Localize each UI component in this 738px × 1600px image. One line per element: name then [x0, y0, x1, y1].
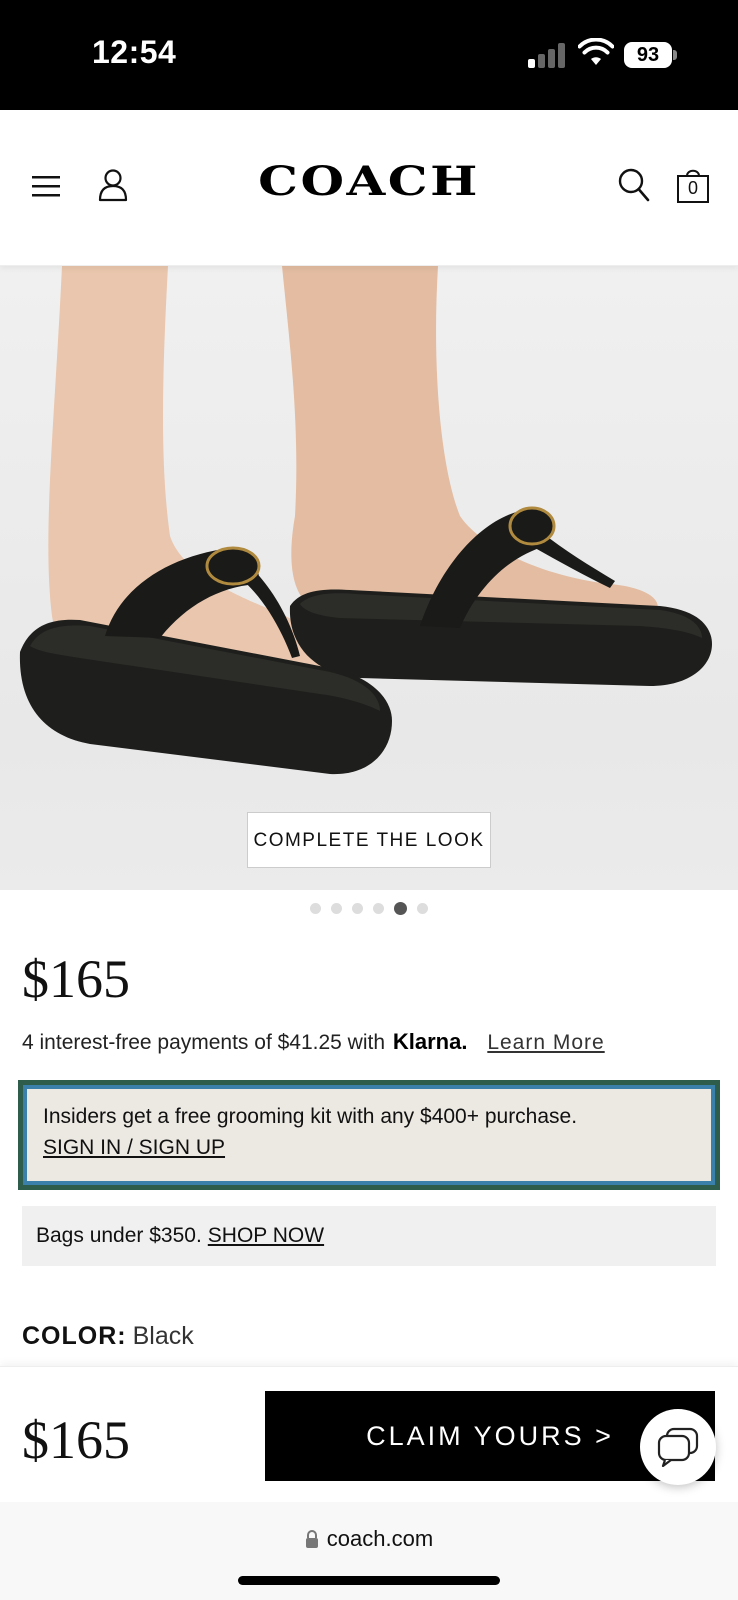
complete-the-look-button[interactable]: COMPLETE THE LOOK: [247, 812, 491, 868]
browser-address-bar: coach.com: [0, 1502, 738, 1600]
chat-bubble-icon: [657, 1427, 699, 1467]
sticky-price: $165: [22, 1410, 130, 1470]
carousel-dot[interactable]: [352, 903, 363, 915]
bags-promo-banner: Bags under $350. SHOP NOW: [22, 1206, 716, 1266]
sticky-purchase-bar: $165 CLAIM YOURS >: [0, 1366, 738, 1502]
insiders-promo-text: Insiders get a free grooming kit with an…: [43, 1105, 578, 1128]
product-price: $165: [22, 949, 130, 1009]
url-field[interactable]: coach.com: [0, 1526, 738, 1552]
product-image[interactable]: COMPLETE THE LOOK: [0, 266, 738, 890]
battery-nub: [673, 50, 677, 60]
site-header: COACH 0: [0, 110, 738, 266]
sandals-photo: [19, 266, 712, 775]
carousel-dot[interactable]: [331, 903, 342, 915]
carousel-dot[interactable]: [417, 903, 428, 915]
shop-now-link[interactable]: SHOP NOW: [208, 1224, 324, 1247]
learn-more-link[interactable]: Learn More: [487, 1031, 604, 1054]
carousel-dot[interactable]: [373, 903, 384, 915]
search-icon[interactable]: [618, 168, 650, 202]
klarna-payment-info: 4 interest-free payments of $41.25 with …: [22, 1029, 605, 1055]
battery-indicator: 93: [624, 42, 672, 68]
carousel-dot-active[interactable]: [394, 902, 407, 916]
klarna-text: 4 interest-free payments of $41.25 with: [22, 1031, 386, 1054]
color-value: Black: [132, 1322, 194, 1350]
lock-icon: [305, 1530, 318, 1548]
bag-count: 0: [687, 178, 698, 198]
bags-promo-text: Bags under $350.: [36, 1224, 202, 1247]
carousel-dot[interactable]: [310, 903, 321, 915]
cellular-signal-icon: [528, 42, 568, 68]
color-selection: COLOR: Black: [22, 1322, 194, 1351]
status-time: 12:54: [92, 34, 177, 70]
carousel-dots: [0, 900, 738, 920]
home-indicator[interactable]: [238, 1576, 500, 1585]
chat-button[interactable]: [640, 1409, 716, 1485]
sign-in-sign-up-link[interactable]: SIGN IN / SIGN UP: [43, 1132, 695, 1163]
insiders-promo-banner: Insiders get a free grooming kit with an…: [18, 1080, 720, 1190]
status-bar: 12:54 93: [0, 0, 738, 110]
wifi-icon: [578, 38, 614, 65]
color-label: COLOR:: [22, 1322, 127, 1350]
klarna-logo: Klarna.: [392, 1029, 468, 1054]
url-text: coach.com: [326, 1526, 434, 1551]
